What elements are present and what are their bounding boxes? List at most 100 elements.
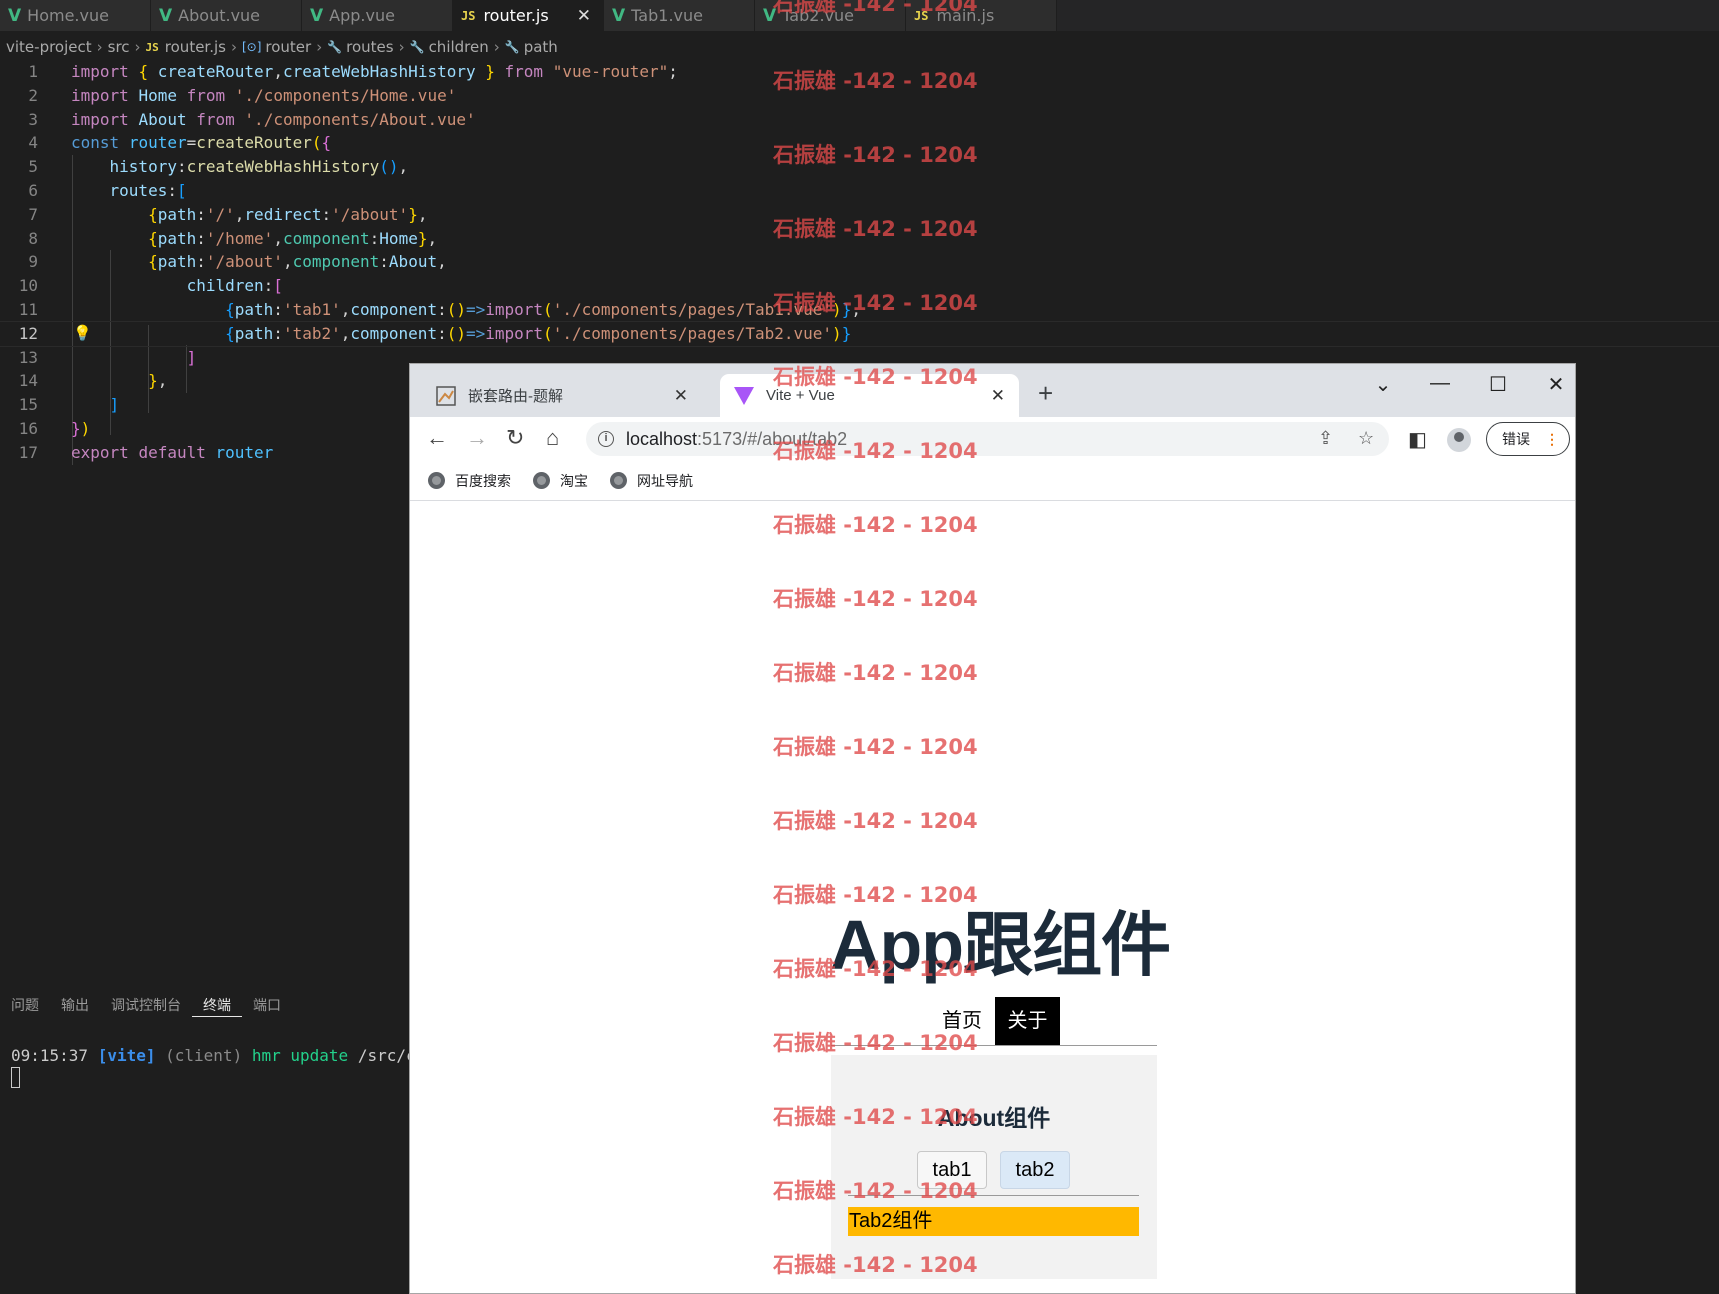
- home-icon[interactable]: ⌂: [546, 425, 559, 451]
- nav-link-about[interactable]: 关于: [995, 997, 1060, 1045]
- code-line: 5 history:createWebHashHistory(),: [0, 155, 1719, 179]
- editor-tab-label: main.js: [936, 6, 995, 25]
- panel-tab-output[interactable]: 输出: [50, 995, 100, 1025]
- close-icon[interactable]: ✕: [991, 386, 1005, 406]
- panel-tab-ports[interactable]: 端口: [242, 995, 292, 1025]
- tab1-button[interactable]: tab1: [917, 1151, 987, 1189]
- tab2-content: Tab2组件: [848, 1207, 1139, 1236]
- nav-link-home[interactable]: 首页: [930, 997, 994, 1045]
- bookmark-label: 百度搜索: [455, 472, 511, 489]
- tab2-button[interactable]: tab2: [1000, 1151, 1070, 1189]
- panel-tab-bar: 问题 输出 调试控制台 终端 端口: [0, 995, 292, 1025]
- back-arrow-icon[interactable]: ←: [426, 425, 448, 451]
- star-icon[interactable]: ☆: [1358, 428, 1374, 449]
- error-button[interactable]: 错误 ⋮: [1486, 422, 1570, 456]
- reload-icon[interactable]: ↻: [506, 425, 524, 451]
- close-icon[interactable]: ✕: [577, 6, 591, 26]
- page-favicon-icon: [436, 385, 456, 406]
- app-nav: 首页 关于: [831, 997, 1157, 1046]
- address-bar[interactable]: i localhost:5173/#/about/tab2 ⇪ ☆: [586, 422, 1389, 456]
- breadcrumb-project[interactable]: vite-project: [6, 38, 92, 56]
- vue-file-icon: V: [763, 5, 777, 26]
- editor-tab-router-js[interactable]: JS router.js ✕: [453, 0, 604, 31]
- code-line: 4 const router=createRouter({: [0, 131, 1719, 155]
- url-host: localhost: [626, 428, 698, 449]
- browser-tab-title: Vite + Vue: [766, 387, 835, 404]
- forward-arrow-icon[interactable]: →: [466, 425, 488, 451]
- line-number: 13: [18, 347, 38, 367]
- chevron-right-icon: ›: [96, 38, 103, 56]
- code-line: 6 routes:[: [0, 179, 1719, 203]
- editor-tab-tab2-vue[interactable]: V Tab2.vue: [755, 0, 906, 31]
- profile-avatar[interactable]: [1447, 428, 1471, 452]
- info-icon[interactable]: i: [598, 431, 614, 447]
- new-tab-button[interactable]: +: [1038, 378, 1053, 409]
- bookmark-nav[interactable]: 网址导航: [610, 471, 693, 491]
- bookmarks-bar: 百度搜索 淘宝 网址导航: [410, 461, 1575, 501]
- browser-tab-active[interactable]: Vite + Vue ✕: [720, 374, 1019, 417]
- line-number: 14: [18, 371, 38, 391]
- chevron-right-icon: ›: [493, 38, 500, 56]
- share-icon[interactable]: ⇪: [1318, 428, 1333, 449]
- panel-tab-problems[interactable]: 问题: [0, 995, 50, 1025]
- terminal-cursor: [11, 1067, 20, 1088]
- bookmark-taobao[interactable]: 淘宝: [533, 471, 588, 491]
- line-number: 1: [28, 62, 38, 81]
- editor-tab-label: Tab2.vue: [782, 6, 854, 25]
- terminal-output[interactable]: 09:15:37 [vite] (client) hmr update /src…: [11, 1046, 411, 1065]
- line-number: 11: [18, 299, 38, 319]
- bookmark-label: 淘宝: [560, 472, 588, 489]
- breadcrumb-symbol[interactable]: routes: [346, 38, 393, 56]
- variable-icon: [⊙]: [241, 40, 262, 54]
- browser-tab-inactive[interactable]: 嵌套路由-题解 ✕: [422, 374, 702, 417]
- editor-tab-tab1-vue[interactable]: V Tab1.vue: [604, 0, 755, 31]
- line-number: 6: [28, 180, 38, 200]
- maximize-button[interactable]: ☐: [1478, 372, 1518, 397]
- line-number: 12: [18, 323, 38, 343]
- code-line: 2 import Home from './components/Home.vue…: [0, 84, 1719, 108]
- editor-tab-app-vue[interactable]: V App.vue: [302, 0, 453, 31]
- browser-tab-title: 嵌套路由-题解: [468, 388, 563, 405]
- chevron-right-icon: ›: [316, 38, 323, 56]
- breadcrumb-symbol[interactable]: children: [429, 38, 489, 56]
- line-number: 5: [28, 157, 38, 177]
- breadcrumb: vite-project › src › JS router.js › [⊙] route…: [6, 36, 558, 58]
- line-number: 4: [28, 133, 38, 153]
- editor-tab-label: About.vue: [178, 6, 261, 25]
- line-number: 7: [28, 204, 38, 224]
- editor-tab-about-vue[interactable]: V About.vue: [151, 0, 302, 31]
- vue-file-icon: V: [159, 5, 173, 26]
- editor-tab-label: Home.vue: [27, 6, 109, 25]
- bookmark-baidu[interactable]: 百度搜索: [428, 471, 511, 491]
- about-title: About组件: [937, 1105, 1051, 1131]
- breadcrumb-symbol[interactable]: path: [524, 38, 558, 56]
- panel-tab-terminal[interactable]: 终端: [192, 995, 242, 1017]
- js-file-icon: JS: [914, 8, 929, 23]
- close-icon[interactable]: ✕: [674, 386, 688, 406]
- vite-logo-icon: [734, 386, 754, 405]
- terminal-time: 09:15:37: [11, 1046, 89, 1065]
- code-line: 11 {path:'tab1',component:()=>import('./…: [0, 298, 1719, 322]
- breadcrumb-folder[interactable]: src: [108, 38, 130, 56]
- code-line: 10 children:[: [0, 274, 1719, 298]
- breadcrumb-symbol[interactable]: router: [265, 38, 311, 56]
- browser-toolbar: ← → ↻ ⌂ i localhost:5173/#/about/tab2 ⇪ …: [410, 417, 1575, 461]
- editor-tab-main-js[interactable]: JS main.js: [906, 0, 1057, 31]
- minimize-button[interactable]: —: [1420, 372, 1460, 395]
- breadcrumb-file[interactable]: router.js: [165, 38, 226, 56]
- side-panel-icon[interactable]: ◧: [1408, 427, 1427, 452]
- editor-tab-home-vue[interactable]: V Home.vue: [0, 0, 151, 31]
- window-close-button[interactable]: ✕: [1536, 372, 1575, 397]
- error-button-label: 错误: [1502, 431, 1530, 447]
- wrench-icon: 🔧: [409, 40, 425, 54]
- chevron-right-icon: ›: [398, 38, 405, 56]
- line-number: 15: [18, 395, 38, 415]
- panel-tab-debug-console[interactable]: 调试控制台: [100, 995, 192, 1025]
- wrench-icon: 🔧: [327, 40, 343, 54]
- terminal-client: (client): [165, 1046, 243, 1065]
- line-number: 8: [28, 228, 38, 248]
- chevron-right-icon: ›: [230, 38, 237, 56]
- vue-file-icon: V: [8, 5, 22, 26]
- chevron-down-icon[interactable]: ⌄: [1363, 372, 1403, 397]
- globe-icon: [533, 472, 550, 489]
